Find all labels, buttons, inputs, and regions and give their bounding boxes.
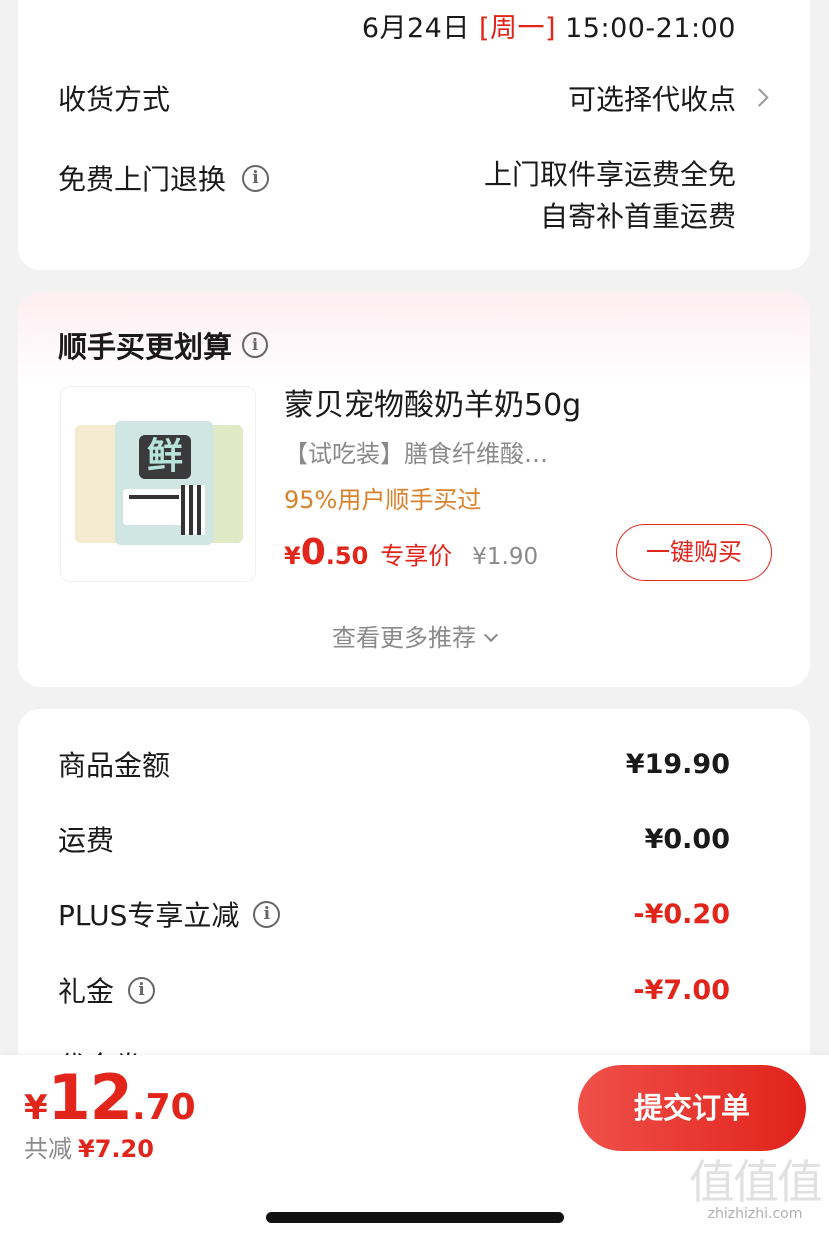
price-tag: 专享价 [380, 542, 453, 570]
saving-amount: ¥7.20 [78, 1135, 154, 1163]
recommend-title-text: 顺手买更划算 [58, 330, 233, 364]
delivery-card: 6月24日 [周一] 15:00-21:00 收货方式 可选择代收点 免费上门退… [18, 0, 810, 270]
watermark-logo: 值值值 [689, 1155, 823, 1209]
submit-order-button[interactable]: 提交订单 [578, 1065, 806, 1151]
recommend-title: 顺手买更划算 i [58, 324, 269, 366]
free-return-line1: 上门取件享运费全免 [483, 158, 736, 191]
amount-row-shipping: 运费 ¥0.00 [58, 819, 730, 859]
one-click-buy-button[interactable]: 一键购买 [616, 524, 772, 581]
amount-value: ¥19.90 [625, 748, 730, 780]
saving-label: 共减 [24, 1135, 72, 1163]
product-image[interactable]: 鲜 [60, 386, 256, 582]
home-indicator[interactable] [266, 1212, 564, 1223]
info-icon[interactable]: i [242, 164, 270, 192]
info-icon[interactable]: i [253, 900, 281, 928]
amount-label: PLUS专享立减 [58, 899, 240, 932]
price-integer: 0 [300, 532, 326, 573]
see-more-recommend[interactable]: 查看更多推荐 [18, 618, 810, 653]
recommend-card: 顺手买更划算 i 鲜 蒙贝宠物酸奶羊奶50g 【试吃装】膳食纤维酸… 95%用户… [18, 292, 810, 687]
free-return-line2: 自寄补首重运费 [539, 200, 736, 233]
watermark: 值值值 zhizhizhi.com [689, 1155, 823, 1222]
amount-label: 运费 [58, 824, 115, 857]
delivery-date: 6月24日 [361, 13, 470, 44]
product-price: ¥ 0 .50 专享价 ¥1.90 [284, 532, 538, 573]
total-integer: 12 [47, 1061, 133, 1134]
total-currency: ¥ [24, 1088, 48, 1128]
original-price: ¥1.90 [472, 544, 539, 570]
amount-row-plus: PLUS专享立减 i -¥0.20 [58, 894, 730, 934]
product-name[interactable]: 蒙贝宠物酸奶羊奶50g [284, 380, 581, 424]
product-desc: 【试吃装】膳食纤维酸… [284, 440, 548, 468]
free-return-value: 上门取件享运费全免 自寄补首重运费 [484, 154, 736, 238]
chevron-right-icon[interactable] [750, 88, 769, 107]
receive-method-label: 收货方式 [58, 83, 171, 116]
amount-value: -¥0.20 [633, 898, 730, 930]
amount-label: 商品金额 [58, 749, 171, 782]
total-decimal: .70 [131, 1087, 196, 1128]
total-saving[interactable]: 共减 ¥7.20 [24, 1129, 154, 1164]
amount-label: 礼金 [58, 975, 115, 1008]
delivery-weekday: [周一] [478, 13, 557, 44]
delivery-time: 6月24日 [周一] 15:00-21:00 [362, 6, 736, 45]
info-icon[interactable]: i [242, 332, 269, 358]
product-fresh-glyph: 鲜 [139, 435, 191, 479]
total-price: ¥ 12 .70 [24, 1061, 196, 1134]
product-pack-stripe [181, 485, 205, 535]
price-decimal: .50 [325, 542, 369, 570]
price-currency: ¥ [284, 542, 301, 570]
receive-method-value[interactable]: 可选择代收点 [568, 78, 736, 118]
delivery-time-range: 15:00-21:00 [565, 13, 736, 44]
product-pack-center: 鲜 [115, 421, 213, 545]
amount-row-goods: 商品金额 ¥19.90 [58, 744, 730, 784]
free-return-label-row: 免费上门退换 i [58, 158, 270, 198]
info-icon[interactable]: i [128, 976, 156, 1004]
amount-value: -¥7.00 [633, 974, 730, 1006]
amount-value: ¥0.00 [644, 823, 730, 855]
chevron-down-icon [483, 627, 499, 643]
see-more-label: 查看更多推荐 [332, 624, 476, 652]
free-return-label: 免费上门退换 [58, 163, 227, 196]
amount-row-gift: 礼金 i -¥7.00 [58, 970, 730, 1010]
product-hint: 95%用户顺手买过 [284, 486, 482, 514]
